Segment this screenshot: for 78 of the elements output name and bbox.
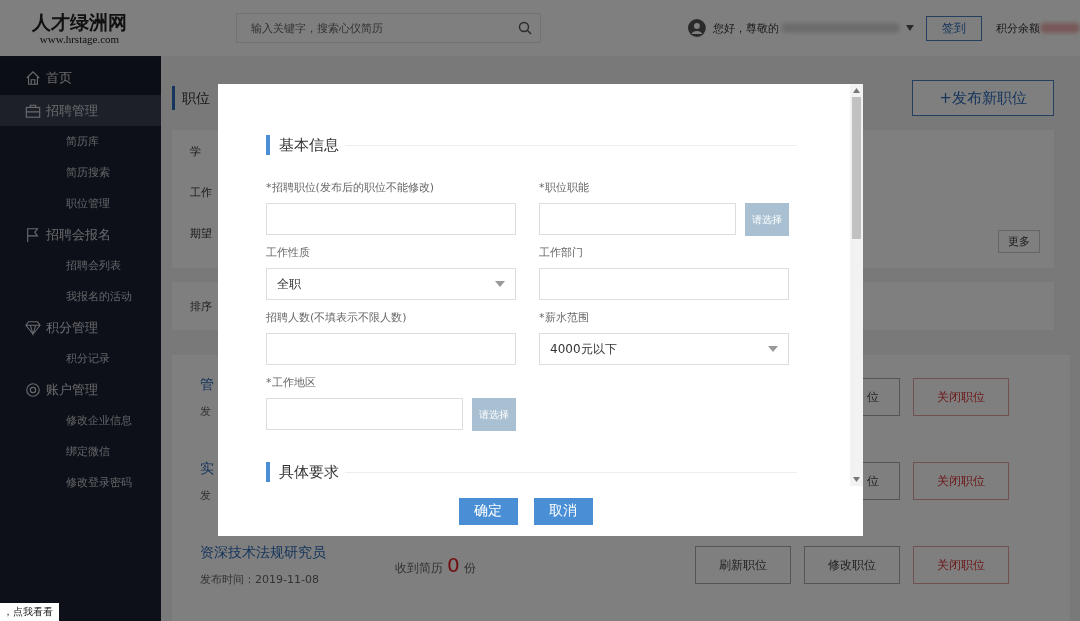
sidebar-subitem[interactable]: 简历搜索 xyxy=(0,157,161,188)
scrollbar-thumb[interactable] xyxy=(852,97,861,239)
field-label: 工作部门 xyxy=(539,246,584,261)
sidebar-item[interactable]: 招聘管理 xyxy=(0,95,161,126)
more-button[interactable]: 更多 xyxy=(998,230,1040,253)
resume-count: 0 xyxy=(447,553,460,577)
field-label: 招聘人数(不填表示不限人数) xyxy=(266,311,408,326)
job-action-button[interactable]: 刷新职位 xyxy=(695,546,791,584)
filter-label: 工作 xyxy=(190,185,212,201)
field-label: *职位职能 xyxy=(539,181,590,196)
section-title: 基本信息 xyxy=(266,135,339,155)
sidebar-icon xyxy=(25,381,41,398)
sidebar-subitem[interactable]: 招聘会列表 xyxy=(0,250,161,281)
sidebar-icon xyxy=(25,319,41,336)
sidebar-subitem[interactable]: 我报名的活动 xyxy=(0,281,161,312)
section-title: 具体要求 xyxy=(266,462,339,482)
caret-icon xyxy=(768,346,778,352)
input-field[interactable] xyxy=(539,203,736,235)
greeting-text: 您好，尊敬的 xyxy=(713,20,780,36)
blurred-value xyxy=(1040,23,1080,33)
search-icon[interactable] xyxy=(518,21,533,35)
field-label: *工作地区 xyxy=(266,376,317,391)
resumes-unit: 份 xyxy=(463,560,476,577)
search-input[interactable]: 输入关键字，搜索心仪简历 xyxy=(249,20,519,36)
site-url: www.hrstage.com xyxy=(39,33,120,45)
input-field[interactable] xyxy=(266,333,516,365)
avatar-icon[interactable] xyxy=(688,19,707,37)
site-logo[interactable]: 人才绿洲网 xyxy=(32,11,127,33)
posted-date: 发 xyxy=(200,403,212,419)
caret-icon[interactable] xyxy=(905,25,914,31)
select-button[interactable]: 请选择 xyxy=(745,203,789,236)
field-label: *薪水范围 xyxy=(539,311,590,326)
sidebar-subitem[interactable]: 绑定微信 xyxy=(0,436,161,467)
job-action-button[interactable]: 修改职位 xyxy=(804,546,900,584)
down-arrow-icon[interactable] xyxy=(853,477,860,482)
field-label: *招聘职位(发布后的职位不能修改) xyxy=(266,181,436,196)
posted-date: 发布时间：2019-11-08 xyxy=(200,571,320,587)
up-arrow-icon[interactable] xyxy=(853,88,860,93)
sidebar-subitem[interactable]: 积分记录 xyxy=(0,343,161,374)
scrollbar[interactable] xyxy=(850,84,863,486)
dialog-button[interactable]: 确定 xyxy=(458,497,518,525)
input-field[interactable] xyxy=(266,398,463,430)
checkin-button[interactable]: 签到 xyxy=(925,15,983,41)
filter-label: 学 xyxy=(190,144,201,160)
job-title[interactable]: 资深技术法规研究员 xyxy=(200,543,395,562)
filter-label: 期望 xyxy=(190,226,212,242)
sidebar-subitem[interactable]: 职位管理 xyxy=(0,188,161,219)
sort-label: 排序 xyxy=(190,298,212,314)
field-label: 工作性质 xyxy=(266,246,311,261)
sidebar-icon xyxy=(25,226,41,243)
sidebar-item[interactable]: 招聘会报名 xyxy=(0,219,161,250)
job-action-button[interactable]: 位 xyxy=(863,378,900,416)
sidebar-item[interactable]: 首页 xyxy=(0,60,161,95)
job-action-button[interactable]: 位 xyxy=(863,462,900,500)
sidebar-subitem[interactable]: 简历库 xyxy=(0,126,161,157)
sidebar-item[interactable]: 积分管理 xyxy=(0,312,161,343)
job-action-button[interactable]: 关闭职位 xyxy=(913,546,1009,584)
sidebar-icon xyxy=(25,102,41,119)
job-action-button[interactable]: 关闭职位 xyxy=(913,462,1009,500)
input-field[interactable] xyxy=(266,203,516,235)
sidebar-icon xyxy=(25,69,41,86)
dropdown-field[interactable]: 4000元以下 xyxy=(539,333,789,365)
search-box[interactable]: 输入关键字，搜索心仪简历 xyxy=(236,13,542,43)
points-label: 积分余额 xyxy=(996,20,1041,36)
corner-tip[interactable]: ，点我看看 xyxy=(0,603,59,621)
posted-date: 发 xyxy=(200,487,212,503)
sidebar-subitem[interactable]: 修改企业信息 xyxy=(0,405,161,436)
dropdown-field[interactable]: 全职 xyxy=(266,268,516,300)
caret-icon xyxy=(495,281,505,287)
page-title: 职位 xyxy=(172,86,210,110)
sidebar-item[interactable]: 账户管理 xyxy=(0,374,161,405)
input-field[interactable] xyxy=(539,268,789,300)
resumes-label: 收到简历 xyxy=(395,560,443,577)
sidebar-subitem[interactable]: 修改登录密码 xyxy=(0,467,161,498)
job-action-button[interactable]: 关闭职位 xyxy=(913,378,1009,416)
select-button[interactable]: 请选择 xyxy=(472,398,516,431)
dialog-button[interactable]: 取消 xyxy=(533,497,593,525)
publish-button[interactable]: +发布新职位 xyxy=(912,80,1054,116)
